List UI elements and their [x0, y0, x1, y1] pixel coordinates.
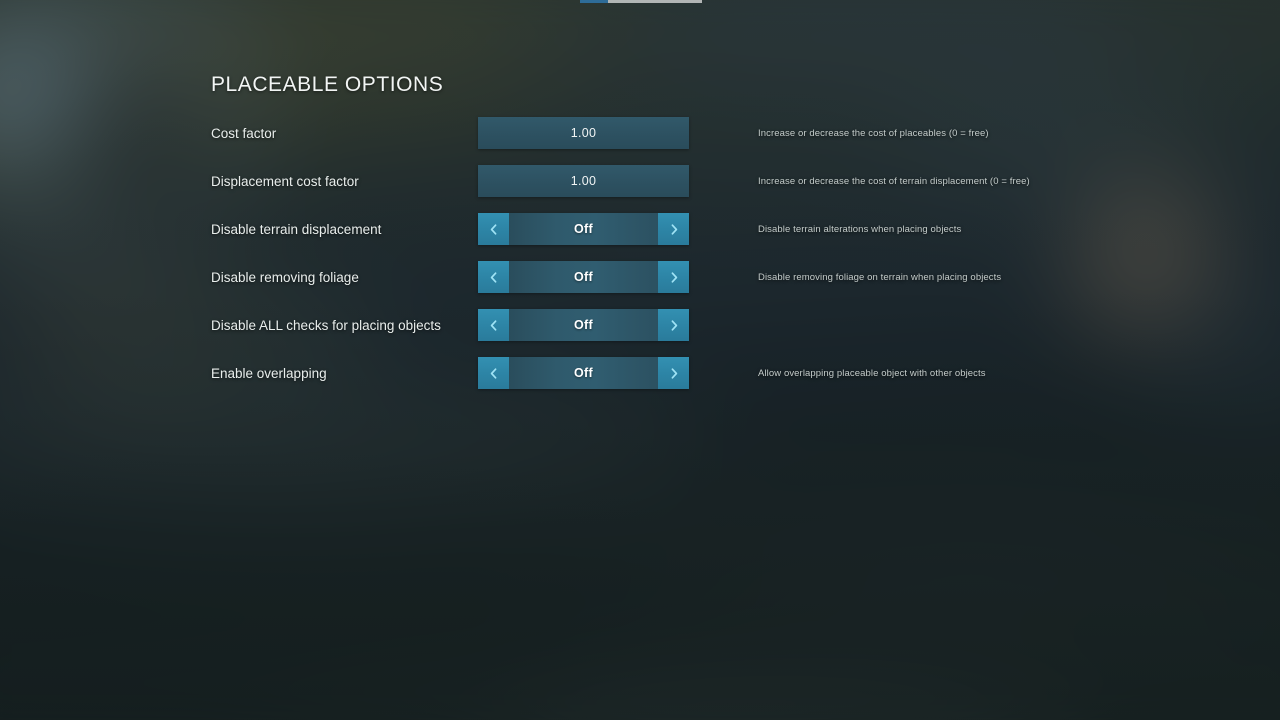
setting-control-enable-overlapping: Off: [478, 357, 689, 389]
setting-control-cost-factor: 1.00: [478, 117, 689, 149]
option-selector-enable-overlapping: Off: [478, 357, 689, 389]
settings-row: Displacement cost factor 1.00 Increase or …: [0, 165, 1280, 197]
chevron-left-icon[interactable]: [478, 213, 509, 245]
setting-description-disable-removing-foliage: Disable removing foliage on terrain when…: [758, 271, 1002, 283]
chevron-right-icon[interactable]: [658, 213, 689, 245]
setting-label-disable-removing-foliage: Disable removing foliage: [211, 269, 359, 285]
settings-row: Enable overlapping Off Allow overlapping p…: [0, 357, 1280, 389]
value-input-displacement-cost-factor[interactable]: 1.00: [478, 165, 689, 197]
setting-control-disable-all-checks-for-placing-objects: Off: [478, 309, 689, 341]
option-value-enable-overlapping[interactable]: Off: [509, 357, 658, 389]
placeable-options-menu: PLACEABLE OPTIONS Cost factor 1.00 Increas…: [0, 0, 1280, 720]
page-title: PLACEABLE OPTIONS: [211, 73, 444, 96]
option-value-disable-removing-foliage[interactable]: Off: [509, 261, 658, 293]
setting-label-disable-terrain-displacement: Disable terrain displacement: [211, 221, 382, 237]
setting-control-displacement-cost-factor: 1.00: [478, 165, 689, 197]
chevron-left-icon[interactable]: [478, 357, 509, 389]
chevron-right-icon[interactable]: [658, 261, 689, 293]
option-value-disable-terrain-displacement[interactable]: Off: [509, 213, 658, 245]
chevron-left-icon[interactable]: [478, 309, 509, 341]
chevron-left-icon[interactable]: [478, 261, 509, 293]
settings-row: Disable removing foliage Off Disable remov…: [0, 261, 1280, 293]
setting-label-disable-all-checks-for-placing-objects: Disable ALL checks for placing objects: [211, 317, 441, 333]
setting-description-enable-overlapping: Allow overlapping placeable object with …: [758, 367, 986, 379]
chevron-right-icon[interactable]: [658, 357, 689, 389]
setting-description-disable-terrain-displacement: Disable terrain alterations when placing…: [758, 223, 962, 235]
setting-control-disable-removing-foliage: Off: [478, 261, 689, 293]
setting-label-enable-overlapping: Enable overlapping: [211, 365, 327, 381]
setting-control-disable-terrain-displacement: Off: [478, 213, 689, 245]
option-selector-disable-removing-foliage: Off: [478, 261, 689, 293]
settings-row: Cost factor 1.00 Increase or decrease the …: [0, 117, 1280, 149]
value-input-cost-factor[interactable]: 1.00: [478, 117, 689, 149]
setting-label-cost-factor: Cost factor: [211, 125, 277, 141]
setting-label-displacement-cost-factor: Displacement cost factor: [211, 173, 359, 189]
setting-description-displacement-cost-factor: Increase or decrease the cost of terrain…: [758, 175, 1030, 187]
option-value-disable-all-checks-for-placing-objects[interactable]: Off: [509, 309, 658, 341]
settings-row: Disable terrain displacement Off Disable t…: [0, 213, 1280, 245]
option-selector-disable-terrain-displacement: Off: [478, 213, 689, 245]
chevron-right-icon[interactable]: [658, 309, 689, 341]
option-selector-disable-all-checks-for-placing-objects: Off: [478, 309, 689, 341]
setting-description-cost-factor: Increase or decrease the cost of placeab…: [758, 127, 989, 139]
settings-row: Disable ALL checks for placing objects Of…: [0, 309, 1280, 341]
